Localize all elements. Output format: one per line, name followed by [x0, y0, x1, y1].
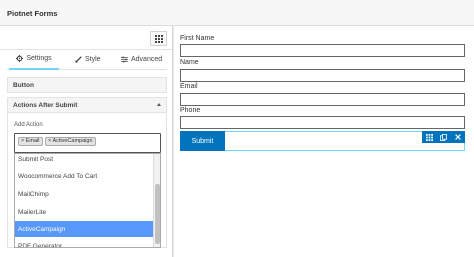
tag-remove-icon[interactable]: × [21, 138, 24, 144]
option-pdf-generator[interactable]: PDF Generator [15, 238, 154, 248]
dropdown-scrollbar[interactable] [153, 154, 160, 247]
dropdown-scrollbar-thumb[interactable] [155, 184, 160, 244]
option-woocommerce-add-to-cart[interactable]: Woocommerce Add To Cart [15, 168, 154, 184]
delete-widget-button[interactable] [452, 131, 464, 143]
actions-multiselect[interactable]: × Email × ActiveCampaign [14, 133, 161, 153]
option-mailchimp[interactable]: MailChimp [15, 186, 154, 202]
close-icon [454, 134, 461, 140]
option-submit-post[interactable]: Submit Post [15, 154, 154, 167]
email-input[interactable] [180, 93, 465, 106]
tab-advanced-label: Advanced [131, 55, 163, 63]
field-label-email: Email [180, 83, 198, 90]
widgets-grid-button[interactable] [150, 31, 167, 46]
name-input[interactable] [180, 69, 465, 82]
panel-tabs: Settings Style Advanced [7, 48, 167, 70]
tag-activecampaign[interactable]: × ActiveCampaign [45, 137, 96, 146]
tag-email-label: Email [25, 138, 40, 144]
caret-up-icon [157, 103, 161, 106]
gear-icon [16, 54, 24, 62]
field-label-first-name: First Name [180, 35, 215, 42]
tag-activecampaign-label: ActiveCampaign [52, 138, 93, 144]
add-action-label: Add Action [14, 122, 43, 128]
brush-icon [75, 55, 82, 63]
title-bar: Piotnet Forms [0, 0, 474, 26]
first-name-input[interactable] [180, 44, 465, 57]
duplicate-icon [439, 133, 447, 141]
tag-email[interactable]: × Email [18, 137, 43, 146]
option-mailerlite[interactable]: MailerLite [15, 204, 154, 220]
section-actions-after-submit[interactable]: Actions After Submit [7, 97, 167, 113]
section-button[interactable]: Button [7, 77, 167, 93]
tab-settings[interactable]: Settings [9, 48, 59, 70]
window-title: Piotnet Forms [7, 9, 58, 18]
option-activecampaign[interactable]: ActiveCampaign [15, 221, 154, 237]
actions-dropdown: Submit Post Woocommerce Add To Cart Mail… [14, 153, 161, 248]
tag-remove-icon[interactable]: × [48, 138, 51, 144]
submit-button[interactable]: Submit [180, 131, 225, 151]
phone-input[interactable] [180, 116, 465, 129]
tab-advanced[interactable]: Advanced [121, 48, 162, 70]
tab-style[interactable]: Style [75, 48, 101, 70]
field-label-phone: Phone [180, 107, 201, 114]
tab-settings-label: Settings [26, 54, 52, 62]
piotnet-forms-editor: Piotnet Forms Settings Style Advanced Bu… [0, 0, 474, 257]
grid-icon [425, 133, 433, 141]
widget-toolbar [422, 131, 465, 143]
section-button-label: Button [13, 81, 34, 89]
edit-widget-button[interactable] [423, 131, 435, 143]
field-label-name: Name [180, 59, 199, 66]
duplicate-widget-button[interactable] [437, 131, 449, 143]
sliders-icon [121, 56, 128, 62]
section-actions-label: Actions After Submit [13, 101, 78, 109]
tab-style-label: Style [85, 55, 101, 63]
grid-icon [154, 34, 163, 43]
